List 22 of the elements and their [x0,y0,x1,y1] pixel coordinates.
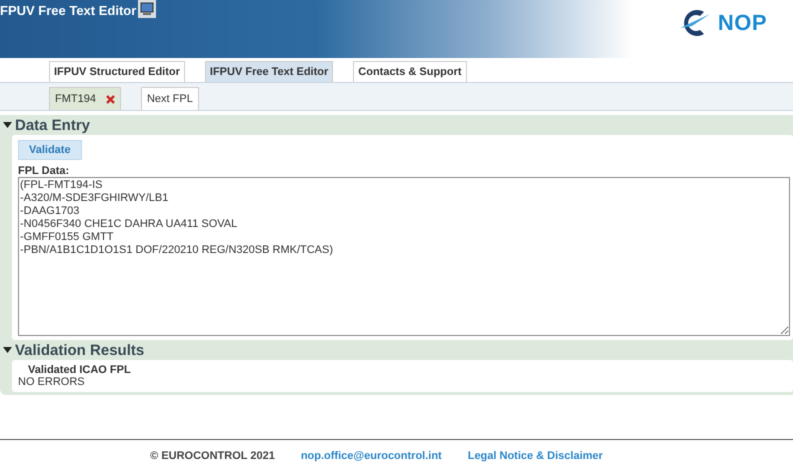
close-icon[interactable] [106,94,115,104]
field-label: FPL Data: [18,165,70,177]
document-tab[interactable]: FMT194 [49,87,121,110]
email-link[interactable]: nop.office@eurocontrol.int [300,450,442,462]
app-title: FPUV Free Text Editor [0,2,136,18]
logo-icon [678,8,712,38]
caret-icon[interactable] [3,346,12,354]
brand-name: NOP [718,10,767,36]
copyright-text: © EUROCONTROL 2021 [150,450,275,462]
legal-link[interactable]: Legal Notice & Disclaimer [468,450,603,462]
section-title[interactable]: Data Entry [15,116,90,134]
validate-button[interactable]: Validate [18,140,82,160]
monitor-icon[interactable] [138,0,156,18]
result-heading: Validated ICAO FPL [27,364,132,376]
result-message: NO ERRORS [18,376,86,388]
nav-tab[interactable]: IFPUV Free Text Editor [204,61,334,82]
nav-tab[interactable]: IFPUV Structured Editor [49,61,185,82]
fpl-text-field[interactable]: (FPL-FMT194-IS -A320/M-SDE3FGHIRWY/LB1 -DAAG1703 -N0456F340 CHE1C DAHRA UA411 SOVAL -GMFF0155 GMTT -PBN/A1B1C1D1O1S1 DOF/220210 REG/N320SB RMK/TCAS) [18,177,790,336]
section-title[interactable]: Validation Results [15,342,144,358]
document-tab[interactable]: Next FPL [140,87,199,110]
nav-tab[interactable]: Contacts & Support [353,61,467,82]
caret-icon[interactable] [3,122,12,128]
